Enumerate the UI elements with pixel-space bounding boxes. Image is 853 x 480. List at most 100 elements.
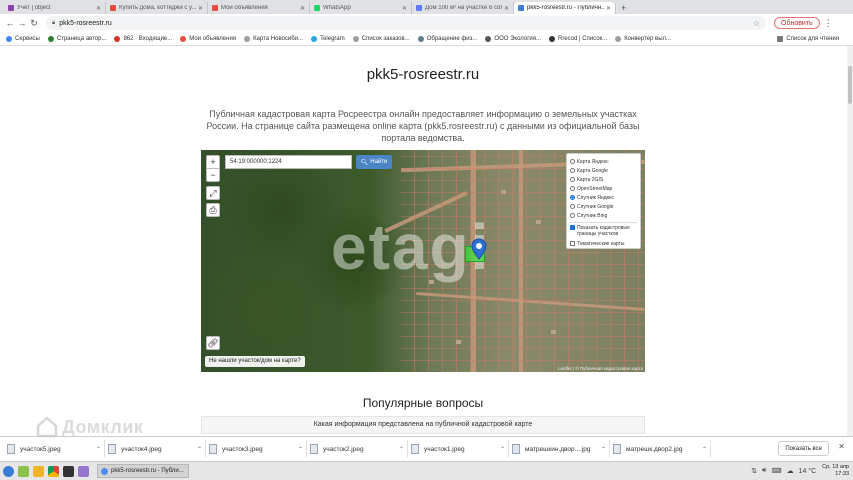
menu-dots-icon[interactable]: ⋮ xyxy=(824,18,833,29)
image-file-icon xyxy=(7,444,15,454)
new-tab-button[interactable]: + xyxy=(621,2,626,14)
tab-5-active[interactable]: pkk5-rosreestr.ru - Публичн... ✕ xyxy=(514,2,616,14)
chevron-up-icon[interactable]: ⌃ xyxy=(96,446,101,453)
scrollbar-thumb[interactable] xyxy=(848,66,852,104)
thematic-maps-toggle[interactable]: Тематические карты xyxy=(570,239,637,248)
image-file-icon xyxy=(613,444,621,454)
download-item[interactable]: участок2.jpeg ⌃ xyxy=(307,440,408,458)
image-file-icon xyxy=(411,444,419,454)
chrome-icon[interactable] xyxy=(48,465,59,477)
bookmark-item[interactable]: Обращение физ... xyxy=(417,35,477,42)
folder-icon[interactable] xyxy=(33,465,44,477)
system-tray: ⇅ 🔊︎ ⌨ ☁ 14 °C Ср, 13 апр 17:33 xyxy=(746,464,853,478)
keyboard-layout-icon[interactable]: ⌨ xyxy=(771,467,781,475)
bookmark-item[interactable]: Rrecod | Список... xyxy=(548,35,607,42)
chevron-up-icon[interactable]: ⌃ xyxy=(702,446,707,453)
address-bar[interactable]: 🔒︎ pkk5-rosreestr.ru ☆ xyxy=(46,16,766,30)
bookmark-favicon xyxy=(615,35,622,42)
close-icon[interactable]: ✕ xyxy=(96,5,101,12)
close-icon[interactable]: ✕ xyxy=(838,442,845,451)
tab-3[interactable]: WhatsApp ✕ xyxy=(310,2,412,14)
tab-title: pkk5-rosreestr.ru - Публичн... xyxy=(527,5,604,11)
cadastral-number-input[interactable]: 54:19:000000:1224 xyxy=(225,155,352,169)
download-item[interactable]: участок3.jpeg ⌃ xyxy=(206,440,307,458)
file-manager-icon[interactable] xyxy=(18,465,29,477)
chevron-up-icon[interactable]: ⌃ xyxy=(298,446,303,453)
bookmark-item[interactable]: Конвертер выл... xyxy=(615,35,671,42)
zoom-in-button[interactable]: + xyxy=(206,155,220,169)
terminal-icon[interactable] xyxy=(63,465,74,477)
update-button[interactable]: Обновить xyxy=(774,17,820,29)
close-icon[interactable]: ✕ xyxy=(402,5,407,12)
download-item[interactable]: матрешкин.двор....jpg ⌃ xyxy=(509,440,610,458)
layer-option[interactable]: OpenStreetMap xyxy=(570,184,637,193)
tab-1[interactable]: Купить дома, коттеджи с у... ✕ xyxy=(106,2,208,14)
chevron-up-icon[interactable]: ⌃ xyxy=(601,446,606,453)
chevron-up-icon[interactable]: ⌃ xyxy=(500,446,505,453)
page-scrollbar[interactable] xyxy=(847,46,853,436)
clock[interactable]: Ср, 13 апр 17:33 xyxy=(822,464,849,478)
find-button[interactable]: 🔍︎ Найти xyxy=(356,155,392,169)
fullscreen-icon[interactable]: ⤢ xyxy=(206,186,220,200)
tab-4[interactable]: Дом 100 м² на участке 6 сот... ✕ xyxy=(412,2,514,14)
cadastral-map[interactable]: etagi + − ⤢ ⎙ 🔗︎ 54:19:000000:1224 🔍︎ Най… xyxy=(201,150,645,372)
radio-icon xyxy=(570,159,575,164)
layer-option[interactable]: Карта Google xyxy=(570,166,637,175)
page-description: Публичная кадастровая карта Росреестра о… xyxy=(206,109,640,143)
link-icon[interactable]: 🔗︎ xyxy=(206,336,220,350)
reading-list-icon xyxy=(777,35,784,42)
downloads-bar: участок5.jpeg ⌃ участок4.jpeg ⌃ участок3.j… xyxy=(0,436,853,461)
layer-option[interactable]: Спутник Bing xyxy=(570,211,637,220)
radio-checked-icon xyxy=(570,195,575,200)
chevron-up-icon[interactable]: ⌃ xyxy=(399,446,404,453)
domclick-watermark: Домклик xyxy=(36,416,143,438)
close-icon[interactable]: ✕ xyxy=(504,5,509,12)
close-icon[interactable]: ✕ xyxy=(198,5,203,12)
bookmark-item[interactable]: Telegram xyxy=(311,35,345,42)
reading-list-button[interactable]: Список для чтения xyxy=(777,35,839,42)
app-icon[interactable] xyxy=(78,465,89,477)
bookmark-item[interactable]: ООО Экология... xyxy=(485,35,541,42)
bookmark-item[interactable]: Мои объявления xyxy=(180,35,236,42)
reload-icon[interactable]: ↻ xyxy=(28,18,40,29)
tab-favicon xyxy=(314,5,320,11)
volume-icon[interactable]: 🔊︎ xyxy=(762,467,766,475)
tab-0[interactable]: Учет | object ✕ xyxy=(4,2,106,14)
bookmark-star-icon[interactable]: ☆ xyxy=(753,19,760,28)
layer-option[interactable]: Карта Яндекс xyxy=(570,157,637,166)
checkbox-label: Тематические карты xyxy=(577,240,625,247)
download-item[interactable]: участок1.jpeg ⌃ xyxy=(408,440,509,458)
download-item[interactable]: участок5.jpeg ⌃ xyxy=(4,440,105,458)
find-button-label: Найти xyxy=(370,159,388,165)
radio-icon xyxy=(570,168,575,173)
print-icon[interactable]: ⎙ xyxy=(206,203,220,217)
close-icon[interactable]: ✕ xyxy=(300,5,305,12)
layer-option[interactable]: Карта 2GIS xyxy=(570,175,637,184)
forward-arrow-icon[interactable]: → xyxy=(16,18,28,28)
bookmark-item[interactable]: Сервисы xyxy=(6,35,40,42)
show-all-downloads-button[interactable]: Показать все xyxy=(778,441,829,456)
start-menu-icon[interactable] xyxy=(3,465,14,477)
zoom-out-button[interactable]: − xyxy=(206,168,220,182)
download-filename: матрешк.двор2.jpg xyxy=(626,445,683,453)
bookmark-item[interactable]: Список заказов... xyxy=(352,35,410,42)
close-icon[interactable]: ✕ xyxy=(606,5,611,12)
tab-2[interactable]: Мои объявления ✕ xyxy=(208,2,310,14)
back-arrow-icon[interactable]: ← xyxy=(4,18,16,28)
bookmark-item[interactable]: 862 · Входящие... xyxy=(114,35,172,42)
download-item[interactable]: матрешк.двор2.jpg ⌃ xyxy=(610,440,711,458)
bookmark-item[interactable]: Карта Новосиби... xyxy=(244,35,303,42)
bookmark-item[interactable]: Страница автор... xyxy=(47,35,106,42)
map-building xyxy=(536,220,541,224)
layer-option[interactable]: Спутник Google xyxy=(570,202,637,211)
chevron-up-icon[interactable]: ⌃ xyxy=(197,446,202,453)
network-icon[interactable]: ⇅ xyxy=(751,467,757,475)
not-found-link[interactable]: Не нашли участок/дом на карте? xyxy=(205,356,305,367)
faq-item[interactable]: Какая информация представлена на публичн… xyxy=(201,416,645,434)
domclick-watermark-text: Домклик xyxy=(62,416,144,437)
layer-option-selected[interactable]: Спутник Яндекс xyxy=(570,193,637,202)
download-item[interactable]: участок4.jpeg ⌃ xyxy=(105,440,206,458)
cadastral-borders-toggle[interactable]: Показать кадастровые границы участков xyxy=(570,225,637,239)
layer-label: Спутник Bing xyxy=(577,212,608,219)
taskbar-window-button[interactable]: pkk5-rosreestr.ru - Публи... xyxy=(97,464,189,478)
